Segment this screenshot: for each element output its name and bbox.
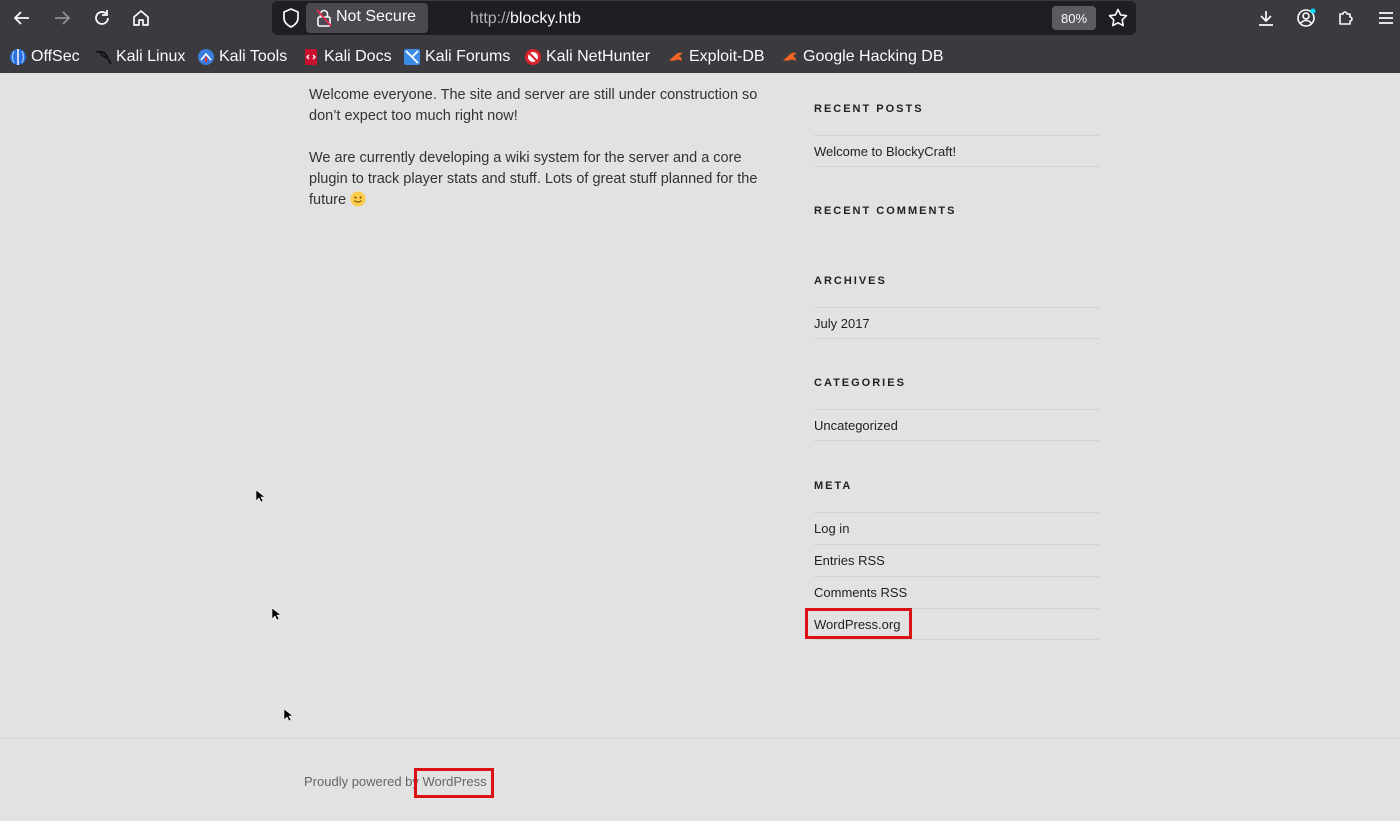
footer-credit-text: Proudly powered by [304, 774, 423, 789]
offsec-icon [10, 49, 26, 65]
kali-dragon-icon [95, 50, 112, 65]
bookmark-offsec[interactable]: OffSec [9, 46, 80, 68]
bookmark-label: Kali Linux [116, 48, 186, 65]
bookmarks-toolbar: OffSec Kali Linux Kali Tools Kali Docs K… [0, 40, 1400, 72]
post-content: Welcome everyone. The site and server ar… [309, 85, 779, 232]
bookmark-label: Kali Tools [219, 48, 288, 65]
bookmark-kali-tools[interactable]: Kali Tools [197, 46, 287, 68]
site-identity[interactable]: Not Secure http://blocky.htb [306, 3, 700, 33]
download-icon [1259, 11, 1273, 26]
bookmark-label: Kali Forums [425, 48, 511, 65]
bookmark-google-hacking-db[interactable]: Google Hacking DB [781, 46, 944, 68]
hamburger-menu-icon [1379, 12, 1393, 24]
mouse-cursor-icon [256, 490, 265, 503]
post-paragraph-text: We are currently developing a wiki syste… [309, 150, 758, 208]
smiley-emoji-icon [350, 191, 366, 207]
not-secure-pill[interactable]: Not Secure [306, 3, 428, 33]
ghdb-icon [783, 52, 797, 61]
menu-button[interactable] [1372, 4, 1400, 32]
kali-docs-icon [305, 49, 317, 65]
widget-title-recent-posts: RECENT POSTS [814, 103, 924, 115]
site-footer: Proudly powered by WordPress [304, 774, 487, 789]
bookmark-label: Kali Docs [324, 48, 392, 65]
bookmark-label: Google Hacking DB [803, 48, 944, 65]
exploit-db-icon [669, 52, 683, 61]
meta-list: Log in Entries RSS Comments RSS WordPres… [814, 512, 1099, 640]
widget-title-archives: ARCHIVES [814, 275, 887, 287]
bookmark-label: Exploit-DB [689, 48, 765, 65]
categories-list: Uncategorized [814, 409, 1099, 441]
url-text[interactable]: http://blocky.htb [470, 10, 581, 28]
bookmark-kali-nethunter[interactable]: Kali NetHunter [524, 46, 650, 68]
widget-title-meta: META [814, 480, 853, 492]
not-secure-label: Not Secure [336, 8, 417, 25]
navigation-toolbar: Not Secure http://blocky.htb 80% [0, 0, 1400, 36]
mouse-cursor-icon [284, 709, 293, 722]
account-icon [1297, 8, 1316, 27]
arrow-right-icon [55, 11, 71, 25]
widget-title-recent-comments: RECENT COMMENTS [814, 205, 957, 217]
archive-link[interactable]: July 2017 [814, 307, 1099, 339]
bookmark-kali-linux[interactable]: Kali Linux [94, 46, 185, 68]
widget-title-categories: CATEGORIES [814, 377, 906, 389]
recent-post-link[interactable]: Welcome to BlockyCraft! [814, 135, 1099, 167]
puzzle-icon [1339, 11, 1353, 25]
bookmark-label: Kali NetHunter [546, 48, 651, 65]
home-button[interactable] [127, 4, 155, 32]
footer-wordpress-link[interactable]: WordPress [423, 774, 487, 789]
kali-forums-icon [404, 49, 420, 65]
footer-divider [0, 738, 1400, 739]
web-page: Welcome everyone. The site and server ar… [0, 73, 1400, 821]
address-bar[interactable]: Not Secure http://blocky.htb 80% [272, 1, 1136, 35]
zoom-level-button[interactable]: 80% [1052, 6, 1096, 30]
insecure-lock-icon [316, 9, 332, 27]
category-link[interactable]: Uncategorized [814, 409, 1099, 441]
meta-comments-rss-link[interactable]: Comments RSS [814, 576, 1099, 608]
bookmark-exploit-db[interactable]: Exploit-DB [667, 46, 765, 68]
recent-posts-list: Welcome to BlockyCraft! [814, 135, 1099, 167]
url-protocol: http:// [470, 10, 511, 27]
downloads-button[interactable] [1252, 4, 1280, 32]
nethunter-icon [525, 49, 541, 65]
reload-icon [95, 10, 109, 25]
post-paragraph: Welcome everyone. The site and server ar… [309, 87, 758, 124]
post-paragraph: We are currently developing a wiki syste… [309, 148, 779, 211]
home-icon [133, 10, 149, 26]
account-button[interactable] [1292, 4, 1320, 32]
meta-wordpress-org-link[interactable]: WordPress.org [814, 608, 1099, 640]
forward-button[interactable] [48, 4, 76, 32]
arrow-left-icon [13, 11, 29, 25]
tracking-protection-shield-icon[interactable] [280, 7, 302, 29]
reload-button[interactable] [88, 4, 116, 32]
bookmark-label: OffSec [31, 48, 80, 65]
extensions-button[interactable] [1332, 4, 1360, 32]
meta-login-link[interactable]: Log in [814, 512, 1099, 544]
archives-list: July 2017 [814, 307, 1099, 339]
meta-entries-rss-link[interactable]: Entries RSS [814, 544, 1099, 576]
kali-tools-icon [198, 49, 214, 65]
mouse-cursor-icon [272, 608, 281, 621]
back-button[interactable] [8, 4, 36, 32]
bookmark-kali-docs[interactable]: Kali Docs [302, 46, 392, 68]
bookmark-kali-forums[interactable]: Kali Forums [403, 46, 510, 68]
url-host: blocky.htb [510, 10, 581, 27]
browser-chrome: Not Secure http://blocky.htb 80% OffSec … [0, 0, 1400, 73]
bookmark-star-icon[interactable] [1107, 7, 1129, 29]
